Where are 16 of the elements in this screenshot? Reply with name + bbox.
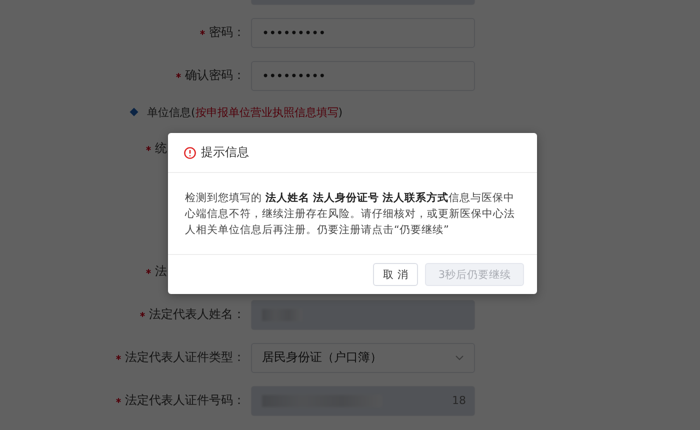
chevron-down-icon (455, 354, 464, 360)
section-title: 单位信息(按申报单位营业执照信息填写) (147, 104, 343, 120)
field-label: 法定代表人姓名： (149, 306, 245, 323)
select-field[interactable]: 居民身份证（户口簿） (251, 342, 475, 372)
dialog-title: 提示信息 (201, 144, 249, 161)
password-field[interactable]: ••••••••• (251, 60, 475, 90)
field-label: 法定代表人证件号码： (125, 392, 245, 409)
field-label: 法 (155, 263, 167, 280)
warning-icon (184, 146, 196, 158)
field-label: 法定代表人证件类型： (125, 349, 245, 366)
field-label: 密码： (209, 24, 245, 41)
dialog-message: 检测到您填写的 法人姓名 法人身份证号 法人联系方式信息与医保中心端信息不符，继续注册存在风险。请仔细核对，或更新医保中心法人相关单位信息后再注册。仍要注册请点击“仍要继续” (185, 190, 516, 238)
field-label: 统 (155, 140, 167, 157)
cancel-button[interactable]: 取 消 (372, 263, 418, 286)
field-label: 确认密码： (185, 67, 245, 84)
password-field[interactable]: ••••••••• (251, 18, 475, 48)
